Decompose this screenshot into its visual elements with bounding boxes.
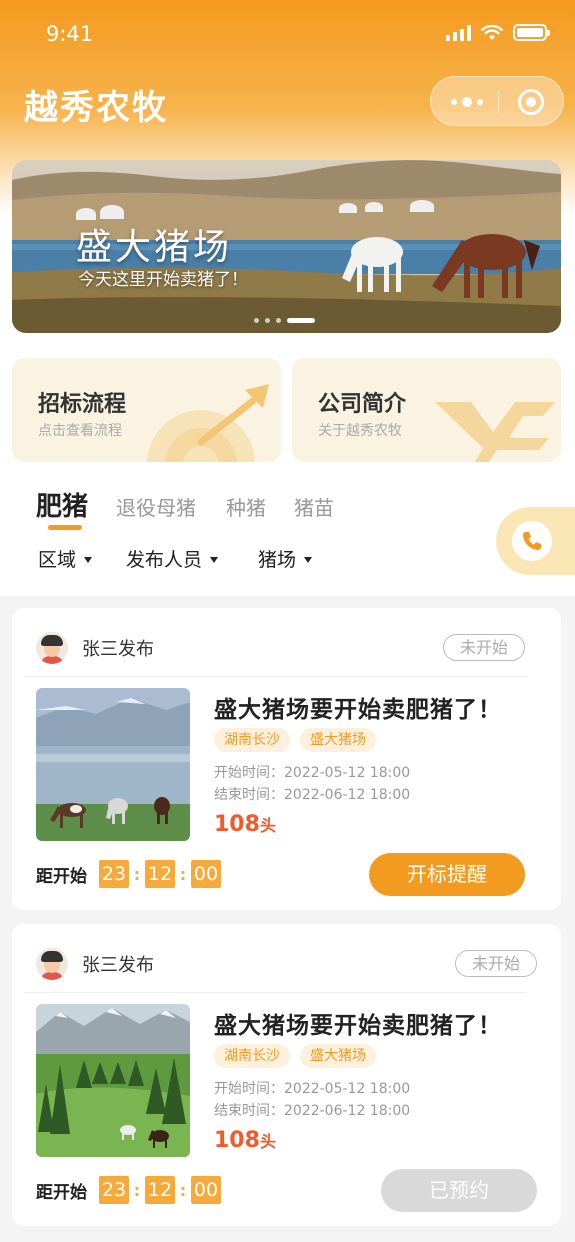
tag-farm: 盛大猪场 xyxy=(300,728,376,752)
banner-title: 盛大猪场 xyxy=(76,227,233,268)
banner-subtitle: 今天这里开始卖猪了！ xyxy=(78,270,248,290)
listing-title: 盛大猪场要开始卖肥猪了！ xyxy=(214,697,502,723)
status-bar: 9:41 xyxy=(0,0,575,70)
company-intro-subtitle: 关于越秀农牧 xyxy=(318,423,402,439)
status-time: 9:41 xyxy=(46,22,94,46)
more-icon[interactable] xyxy=(451,94,483,110)
publisher-info: 张三发布 xyxy=(36,632,154,664)
start-time: 开始时间：2022-05-12 18:00 xyxy=(214,1081,411,1097)
listing-title: 盛大猪场要开始卖肥猪了！ xyxy=(214,1013,502,1039)
filter-farm-label: 猪场 xyxy=(258,549,297,571)
status-icons xyxy=(446,24,550,41)
countdown-separator: : xyxy=(179,864,187,884)
banner-carousel[interactable]: 盛大猪场 今天这里开始卖猪了！ xyxy=(12,160,561,333)
tag-location: 湖南长沙 xyxy=(214,1044,290,1068)
filter-farm[interactable]: 猪场 xyxy=(258,545,313,572)
countdown: 距开始 23 : 12 : 00 xyxy=(36,860,221,888)
publisher-info: 张三发布 xyxy=(36,948,154,980)
countdown-minutes: 12 xyxy=(145,860,175,888)
avatar xyxy=(36,632,68,664)
tab-retired-sow[interactable]: 退役母猪 xyxy=(116,492,196,521)
card-divider xyxy=(24,992,527,993)
signal-icon xyxy=(446,24,471,41)
wifi-icon xyxy=(481,24,503,40)
battery-icon xyxy=(513,24,550,41)
tag-farm: 盛大猪场 xyxy=(300,1044,376,1068)
target-arrow-icon xyxy=(147,384,269,462)
tab-fat-pig[interactable]: 肥猪 xyxy=(36,486,88,523)
countdown-seconds: 00 xyxy=(191,860,221,888)
end-time: 结束时间：2022-06-12 18:00 xyxy=(214,787,411,803)
publisher-name: 张三发布 xyxy=(82,955,154,976)
head-count-unit: 头 xyxy=(259,816,276,835)
listing-card[interactable]: 张三发布 未开始 盛大猪场要开始卖肥猪了！ 湖南长沙 盛大猪场 开始时间：202… xyxy=(12,608,561,910)
bid-reminder-button[interactable]: 开标提醒 xyxy=(369,853,525,896)
countdown-seconds: 00 xyxy=(191,1176,221,1204)
status-badge: 未开始 xyxy=(443,634,525,661)
company-intro-title: 公司简介 xyxy=(318,392,407,417)
listing-tags: 湖南长沙 盛大猪场 xyxy=(214,728,376,752)
caret-down-icon xyxy=(304,556,313,563)
listing-thumbnail[interactable] xyxy=(36,688,190,841)
countdown-separator: : xyxy=(133,1180,141,1200)
company-intro-card[interactable]: 公司简介 关于越秀农牧 xyxy=(292,358,561,462)
tab-piglet[interactable]: 猪苗 xyxy=(294,492,334,521)
category-tabs: 肥猪 退役母猪 种猪 猪苗 xyxy=(0,486,575,526)
close-target-icon[interactable] xyxy=(518,89,544,115)
bidding-process-subtitle: 点击查看流程 xyxy=(38,423,122,439)
filter-region[interactable]: 区域 xyxy=(38,545,93,572)
contact-phone-button[interactable] xyxy=(496,507,575,575)
countdown-separator: : xyxy=(133,864,141,884)
filter-publisher-label: 发布人员 xyxy=(126,549,203,571)
head-count-unit: 头 xyxy=(259,1132,276,1151)
tab-breeding-pig[interactable]: 种猪 xyxy=(226,492,266,521)
listing-tags: 湖南长沙 盛大猪场 xyxy=(214,1044,376,1068)
status-badge: 未开始 xyxy=(455,950,537,977)
bidding-process-title: 招标流程 xyxy=(38,392,127,417)
countdown-label: 距开始 xyxy=(36,866,87,887)
active-tab-indicator xyxy=(48,525,82,530)
filter-bar: 区域 发布人员 猪场 xyxy=(0,545,575,575)
yuexiu-logo-icon xyxy=(435,402,555,462)
head-count-value: 108 xyxy=(214,1128,260,1153)
publisher-name: 张三发布 xyxy=(82,639,154,660)
bidding-process-card[interactable]: 招标流程 点击查看流程 xyxy=(12,358,281,462)
head-count: 108头 xyxy=(214,812,276,837)
countdown-hours: 23 xyxy=(99,1176,129,1204)
countdown-label: 距开始 xyxy=(36,1182,87,1203)
carousel-indicator xyxy=(254,318,315,323)
countdown-separator: : xyxy=(179,1180,187,1200)
head-count: 108头 xyxy=(214,1128,276,1153)
filter-region-label: 区域 xyxy=(38,549,77,571)
countdown: 距开始 23 : 12 : 00 xyxy=(36,1176,221,1204)
caret-down-icon xyxy=(84,556,93,563)
tag-location: 湖南长沙 xyxy=(214,728,290,752)
start-time: 开始时间：2022-05-12 18:00 xyxy=(214,765,411,781)
countdown-hours: 23 xyxy=(99,860,129,888)
listing-thumbnail[interactable] xyxy=(36,1004,190,1157)
app-title: 越秀农牧 xyxy=(24,88,168,128)
reserved-button[interactable]: 已预约 xyxy=(381,1169,537,1212)
mini-program-capsule[interactable] xyxy=(430,76,564,126)
caret-down-icon xyxy=(210,556,219,563)
listing-card[interactable]: 张三发布 未开始 盛大猪场要开始卖肥猪了！ 湖南长沙 盛大猪场 开始时间：202… xyxy=(12,924,561,1226)
filter-publisher[interactable]: 发布人员 xyxy=(126,545,219,572)
end-time: 结束时间：2022-06-12 18:00 xyxy=(214,1103,411,1119)
avatar xyxy=(36,948,68,980)
head-count-value: 108 xyxy=(214,812,260,837)
capsule-divider xyxy=(498,91,499,113)
card-divider xyxy=(24,676,527,677)
countdown-minutes: 12 xyxy=(145,1176,175,1204)
phone-icon xyxy=(523,532,541,550)
